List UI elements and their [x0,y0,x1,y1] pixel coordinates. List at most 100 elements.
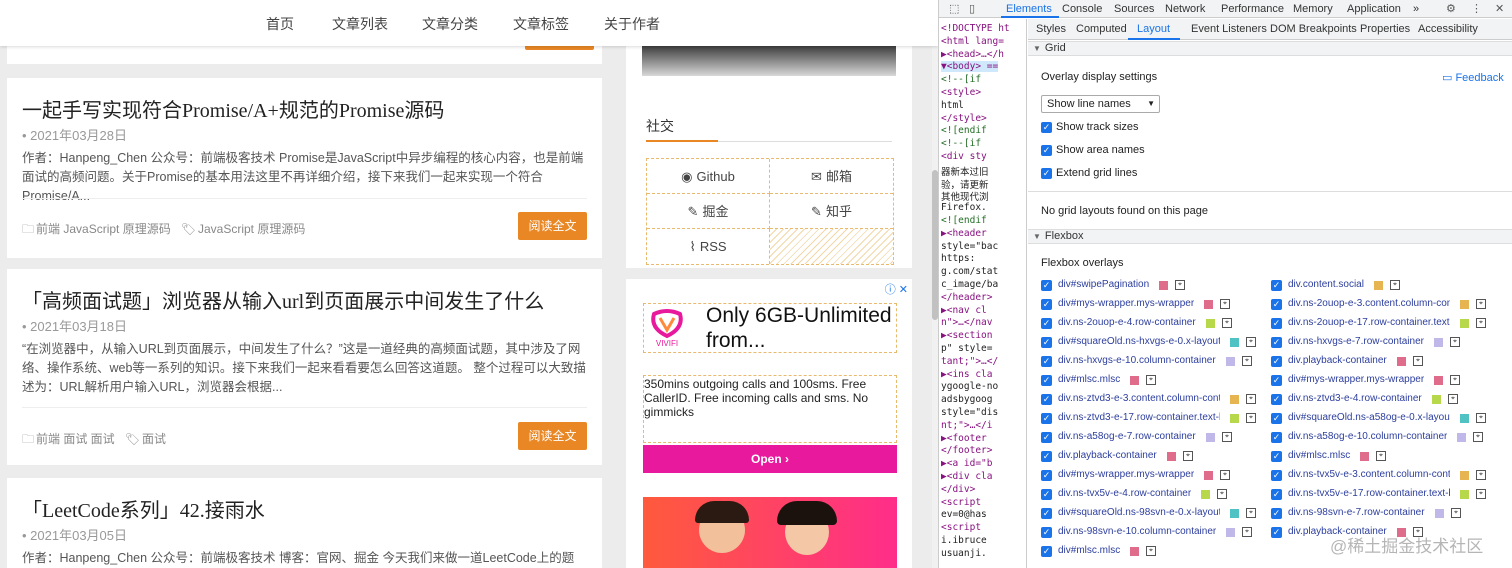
tab-console[interactable]: Console [1062,3,1102,15]
reveal-node-icon[interactable]: ⌖ [1222,432,1232,442]
flex-overlay-checkbox[interactable]: ✓ [1271,508,1282,519]
dom-node-line[interactable]: https: [941,253,975,264]
overlay-color-swatch[interactable] [1159,281,1168,290]
dom-node-line[interactable]: ▶<nav cl [941,305,987,316]
nav-categories[interactable]: 文章分类 [422,14,478,34]
reveal-node-icon[interactable]: ⌖ [1146,546,1156,556]
tab-memory[interactable]: Memory [1293,3,1333,15]
reveal-node-icon[interactable]: ⌖ [1476,489,1486,499]
dom-node-line[interactable]: ▶<section [941,330,992,341]
close-icon[interactable]: ✕ [1495,2,1504,15]
flex-overlay-checkbox[interactable]: ✓ [1041,356,1052,367]
social-link-github[interactable]: ◉ Github [647,159,770,194]
flex-overlay-checkbox[interactable]: ✓ [1271,394,1282,405]
dom-node-line[interactable]: nt;">…</i [941,420,992,431]
dom-node-line[interactable]: usuanji. [941,548,987,559]
read-more-button[interactable]: 阅读全文 [518,212,587,240]
overlay-color-swatch[interactable] [1226,528,1235,537]
overlay-color-swatch[interactable] [1206,433,1215,442]
reveal-node-icon[interactable]: ⌖ [1222,318,1232,328]
more-tabs-button[interactable]: » [1413,3,1419,15]
flex-overlay-checkbox[interactable]: ✓ [1271,527,1282,538]
reveal-node-icon[interactable]: ⌖ [1448,394,1458,404]
dom-node-line[interactable]: g.com/stat [941,266,998,277]
ad-choices-icon[interactable]: ⓘ ✕ [885,281,908,297]
reveal-node-icon[interactable]: ⌖ [1413,356,1423,366]
reveal-node-icon[interactable]: ⌖ [1246,337,1256,347]
overlay-color-swatch[interactable] [1201,490,1210,499]
overlay-color-swatch[interactable] [1167,452,1176,461]
reveal-node-icon[interactable]: ⌖ [1246,394,1256,404]
ad-image[interactable] [643,497,897,568]
dom-node-line[interactable]: </div> [941,484,975,495]
nav-about[interactable]: 关于作者 [604,14,660,34]
reveal-node-icon[interactable]: ⌖ [1376,451,1386,461]
nav-home[interactable]: 首页 [266,14,294,34]
reveal-node-icon[interactable]: ⌖ [1473,432,1483,442]
elements-tree[interactable]: <!DOCTYPE ht <html lang= ▶<head>…</h ▼<body… [939,19,1027,568]
checkbox-extend-grid-lines[interactable]: ✓ [1041,168,1052,179]
flex-overlay-checkbox[interactable]: ✓ [1271,299,1282,310]
dom-node-line[interactable]: tant;">…</ [941,356,998,367]
subtab-accessibility[interactable]: Accessibility [1418,23,1478,35]
nav-article-list[interactable]: 文章列表 [332,14,388,34]
social-link-rss[interactable]: ⌇ RSS [647,229,770,264]
overlay-color-swatch[interactable] [1230,395,1239,404]
flex-overlay-checkbox[interactable]: ✓ [1041,375,1052,386]
advertisement[interactable]: ⓘ ✕ VIVIFI Only 6GB-Unlimited from... 35… [626,279,912,568]
read-more-button[interactable]: 阅读全文 [518,422,587,450]
ad-open-button[interactable]: Open › [643,445,897,473]
flex-overlay-checkbox[interactable]: ✓ [1041,318,1052,329]
overlay-color-swatch[interactable] [1432,395,1441,404]
grid-section-header[interactable]: ▼ Grid [1028,41,1512,56]
article-tags[interactable]: 面试 [142,432,166,446]
social-link-email[interactable]: ✉ 邮箱 [770,159,893,194]
flex-overlay-checkbox[interactable]: ✓ [1041,432,1052,443]
overlay-color-swatch[interactable] [1360,452,1369,461]
tab-application[interactable]: Application [1347,3,1401,15]
flex-overlay-checkbox[interactable]: ✓ [1271,337,1282,348]
dom-node-line[interactable]: adsbygoog [941,394,992,405]
article-title[interactable]: 一起手写实现符合Promise/A+规范的Promise源码 [22,94,444,123]
flex-overlay-checkbox[interactable]: ✓ [1041,280,1052,291]
dom-node-line[interactable]: ▶<div cla [941,471,992,482]
overlay-color-swatch[interactable] [1434,338,1443,347]
dom-node-line[interactable]: ▼<body> == [941,61,999,73]
flex-overlay-checkbox[interactable]: ✓ [1271,489,1282,500]
flex-overlay-checkbox[interactable]: ✓ [1041,337,1052,348]
kebab-menu-icon[interactable]: ⋮ [1471,2,1482,15]
social-link-zhihu[interactable]: ✎ 知乎 [770,194,893,229]
subtab-styles[interactable]: Styles [1036,23,1066,35]
reveal-node-icon[interactable]: ⌖ [1246,508,1256,518]
dom-node-line[interactable]: </footer> [941,445,992,456]
overlay-color-swatch[interactable] [1230,509,1239,518]
article-title[interactable]: 「高频面试题」浏览器从输入url到页面展示中间发生了什么 [22,285,544,314]
tab-performance[interactable]: Performance [1221,3,1284,15]
subtab-dom-breakpoints[interactable]: DOM Breakpoints [1270,23,1357,35]
dom-node-line[interactable]: <html lang= [941,36,1004,47]
article-title[interactable]: 「LeetCode系列」42.接雨水 [22,494,265,523]
overlay-color-swatch[interactable] [1204,300,1213,309]
overlay-color-swatch[interactable] [1230,338,1239,347]
checkbox-show-area-names[interactable]: ✓ [1041,145,1052,156]
dom-node-line[interactable]: <!--[if [941,138,981,149]
reveal-node-icon[interactable]: ⌖ [1476,318,1486,328]
flex-overlay-checkbox[interactable]: ✓ [1041,508,1052,519]
article-category[interactable]: 前端 JavaScript 原理源码 [36,222,171,236]
reveal-node-icon[interactable]: ⌖ [1390,280,1400,290]
dom-node-line[interactable]: ygoogle-no [941,381,998,392]
flex-overlay-checkbox[interactable]: ✓ [1271,470,1282,481]
reveal-node-icon[interactable]: ⌖ [1451,508,1461,518]
dom-node-line[interactable]: style="dis [941,407,998,418]
overlay-color-swatch[interactable] [1460,300,1469,309]
reveal-node-icon[interactable]: ⌖ [1476,299,1486,309]
dom-node-line[interactable]: ▶<ins cla [941,369,992,380]
device-toggle-icon[interactable]: ▯ [969,2,975,15]
tab-elements[interactable]: Elements [1006,3,1052,15]
subtab-computed[interactable]: Computed [1076,23,1127,35]
reveal-node-icon[interactable]: ⌖ [1450,337,1460,347]
reveal-node-icon[interactable]: ⌖ [1220,470,1230,480]
dom-node-line[interactable]: i.ibruce [941,535,987,546]
flexbox-section-header[interactable]: ▼ Flexbox [1028,229,1512,244]
nav-tags[interactable]: 文章标签 [513,14,569,34]
